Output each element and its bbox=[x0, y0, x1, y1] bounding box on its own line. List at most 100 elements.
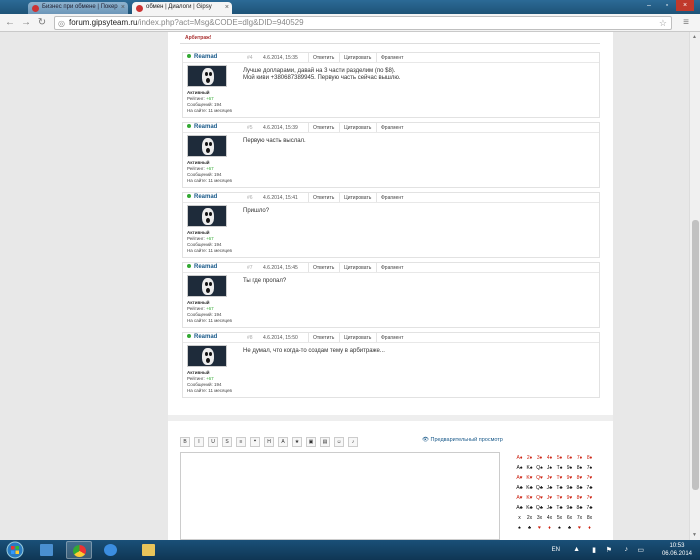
reply-button[interactable]: Ответить bbox=[308, 193, 338, 202]
card-button[interactable]: 8♥ bbox=[575, 474, 584, 483]
card-button[interactable]: 2♦ bbox=[525, 454, 534, 463]
message-textarea[interactable] bbox=[180, 452, 500, 540]
network-icon[interactable]: ▮ bbox=[592, 546, 596, 554]
card-button[interactable]: 8♣ bbox=[575, 484, 584, 493]
toolbar-button[interactable]: ☺ bbox=[334, 437, 344, 447]
maximize-icon[interactable]: ▫ bbox=[658, 0, 676, 11]
card-button[interactable]: K♣ bbox=[525, 484, 534, 493]
back-icon[interactable]: ← bbox=[4, 17, 16, 29]
card-button[interactable]: J♥ bbox=[545, 494, 554, 503]
card-button[interactable]: ♠ bbox=[555, 524, 564, 533]
toolbar-button[interactable]: ♪ bbox=[348, 437, 358, 447]
bookmark-star-icon[interactable]: ☆ bbox=[659, 17, 667, 29]
browser-tab-1[interactable]: Бизнес при обмене | Покер × bbox=[28, 2, 128, 14]
card-button[interactable]: J♠ bbox=[545, 464, 554, 473]
quote-button[interactable]: Цитировать bbox=[339, 333, 375, 342]
flag-icon[interactable]: ⚑ bbox=[606, 546, 612, 554]
card-button[interactable]: T♠ bbox=[555, 464, 564, 473]
reply-button[interactable]: Ответить bbox=[308, 333, 338, 342]
reply-button[interactable]: Ответить bbox=[308, 123, 338, 132]
card-button[interactable]: 8♠ bbox=[575, 464, 584, 473]
fragment-button[interactable]: Фрагмент bbox=[376, 123, 407, 132]
avatar[interactable] bbox=[187, 345, 227, 367]
taskbar-internet-explorer[interactable] bbox=[98, 541, 124, 559]
card-button[interactable]: K♣ bbox=[525, 504, 534, 513]
post-number[interactable]: #5 bbox=[247, 125, 253, 131]
toolbar-button[interactable]: S bbox=[222, 437, 232, 447]
card-button[interactable]: K♥ bbox=[525, 494, 534, 503]
toolbar-button[interactable]: ▤ bbox=[320, 437, 330, 447]
card-button[interactable]: 3♦ bbox=[535, 454, 544, 463]
toolbar-button[interactable]: ★ bbox=[292, 437, 302, 447]
url-input[interactable]: ◎ forum.gipsyteam.ru/index.php?act=Msg&C… bbox=[54, 16, 672, 30]
card-button[interactable]: 8♣ bbox=[575, 504, 584, 513]
close-tab-icon[interactable]: × bbox=[121, 4, 125, 11]
quote-button[interactable]: Цитировать bbox=[339, 53, 375, 62]
card-button[interactable]: J♣ bbox=[545, 484, 554, 493]
card-button[interactable]: 7♥ bbox=[585, 474, 594, 483]
card-button[interactable]: ♥ bbox=[535, 524, 544, 533]
card-button[interactable]: Q♣ bbox=[535, 484, 544, 493]
avatar[interactable] bbox=[187, 275, 227, 297]
avatar[interactable] bbox=[187, 65, 227, 87]
card-button[interactable]: A♥ bbox=[515, 474, 524, 483]
forward-icon[interactable]: → bbox=[20, 17, 32, 29]
toolbar-button[interactable]: ≡ bbox=[236, 437, 246, 447]
toolbar-button[interactable]: ▣ bbox=[306, 437, 316, 447]
clock[interactable]: 10:53 06.06.2014 bbox=[662, 542, 692, 558]
card-button[interactable]: 4♦ bbox=[545, 454, 554, 463]
card-button[interactable]: 8♥ bbox=[575, 494, 584, 503]
card-button[interactable]: T♥ bbox=[555, 494, 564, 503]
card-button[interactable]: A♣ bbox=[515, 504, 524, 513]
card-button[interactable]: A♣ bbox=[515, 484, 524, 493]
card-button[interactable]: ♦ bbox=[585, 524, 594, 533]
card-button[interactable]: K♥ bbox=[525, 474, 534, 483]
post-author[interactable]: Reamad bbox=[187, 334, 217, 340]
reply-button[interactable]: Ответить bbox=[308, 53, 338, 62]
card-button[interactable]: ♣ bbox=[525, 524, 534, 533]
fragment-button[interactable]: Фрагмент bbox=[376, 333, 407, 342]
page-scrollbar[interactable]: ▲ ▼ bbox=[689, 32, 700, 540]
quote-button[interactable]: Цитировать bbox=[339, 263, 375, 272]
post-number[interactable]: #7 bbox=[247, 265, 253, 271]
card-button[interactable]: 7x bbox=[575, 514, 584, 523]
volume-icon[interactable]: ♪ bbox=[625, 546, 629, 553]
card-button[interactable]: Q♥ bbox=[535, 474, 544, 483]
card-button[interactable]: 7♦ bbox=[575, 454, 584, 463]
page-info-icon[interactable]: ◎ bbox=[58, 18, 65, 30]
tray-chevron-icon[interactable]: ▲ bbox=[573, 546, 580, 553]
taskbar-server-manager[interactable] bbox=[34, 541, 60, 559]
card-button[interactable]: K♠ bbox=[525, 464, 534, 473]
card-button[interactable]: A♦ bbox=[515, 454, 524, 463]
language-indicator[interactable]: EN bbox=[552, 547, 560, 553]
browser-tab-2[interactable]: обмен | Диалоги | Gipsy × bbox=[132, 2, 232, 14]
reload-icon[interactable]: ↻ bbox=[36, 17, 48, 29]
card-button[interactable]: 7♠ bbox=[585, 464, 594, 473]
fragment-button[interactable]: Фрагмент bbox=[376, 193, 407, 202]
toolbar-button[interactable]: ❝ bbox=[250, 437, 260, 447]
post-author[interactable]: Reamad bbox=[187, 264, 217, 270]
toolbar-button[interactable]: A bbox=[278, 437, 288, 447]
card-button[interactable]: T♣ bbox=[555, 504, 564, 513]
quote-button[interactable]: Цитировать bbox=[339, 193, 375, 202]
post-number[interactable]: #6 bbox=[247, 195, 253, 201]
scroll-down-icon[interactable]: ▼ bbox=[692, 532, 697, 538]
card-button[interactable]: 9♠ bbox=[565, 464, 574, 473]
card-button[interactable]: 9♣ bbox=[565, 504, 574, 513]
card-button[interactable]: 9♥ bbox=[565, 494, 574, 503]
card-button[interactable]: 6♦ bbox=[565, 454, 574, 463]
menu-icon[interactable]: ≡ bbox=[680, 17, 692, 29]
card-button[interactable]: Q♣ bbox=[535, 504, 544, 513]
post-author[interactable]: Reamad bbox=[187, 124, 217, 130]
card-button[interactable]: J♥ bbox=[545, 474, 554, 483]
card-button[interactable]: 6x bbox=[565, 514, 574, 523]
card-button[interactable]: ♣ bbox=[565, 524, 574, 533]
taskbar-explorer[interactable] bbox=[136, 541, 162, 559]
taskbar-chrome[interactable] bbox=[66, 541, 92, 559]
card-button[interactable]: 7♣ bbox=[585, 504, 594, 513]
card-button[interactable]: 2x bbox=[525, 514, 534, 523]
card-button[interactable]: J♣ bbox=[545, 504, 554, 513]
preview-link[interactable]: 👁 Предварительный просмотр bbox=[422, 437, 503, 443]
post-number[interactable]: #4 bbox=[247, 55, 253, 61]
post-author[interactable]: Reamad bbox=[187, 194, 217, 200]
